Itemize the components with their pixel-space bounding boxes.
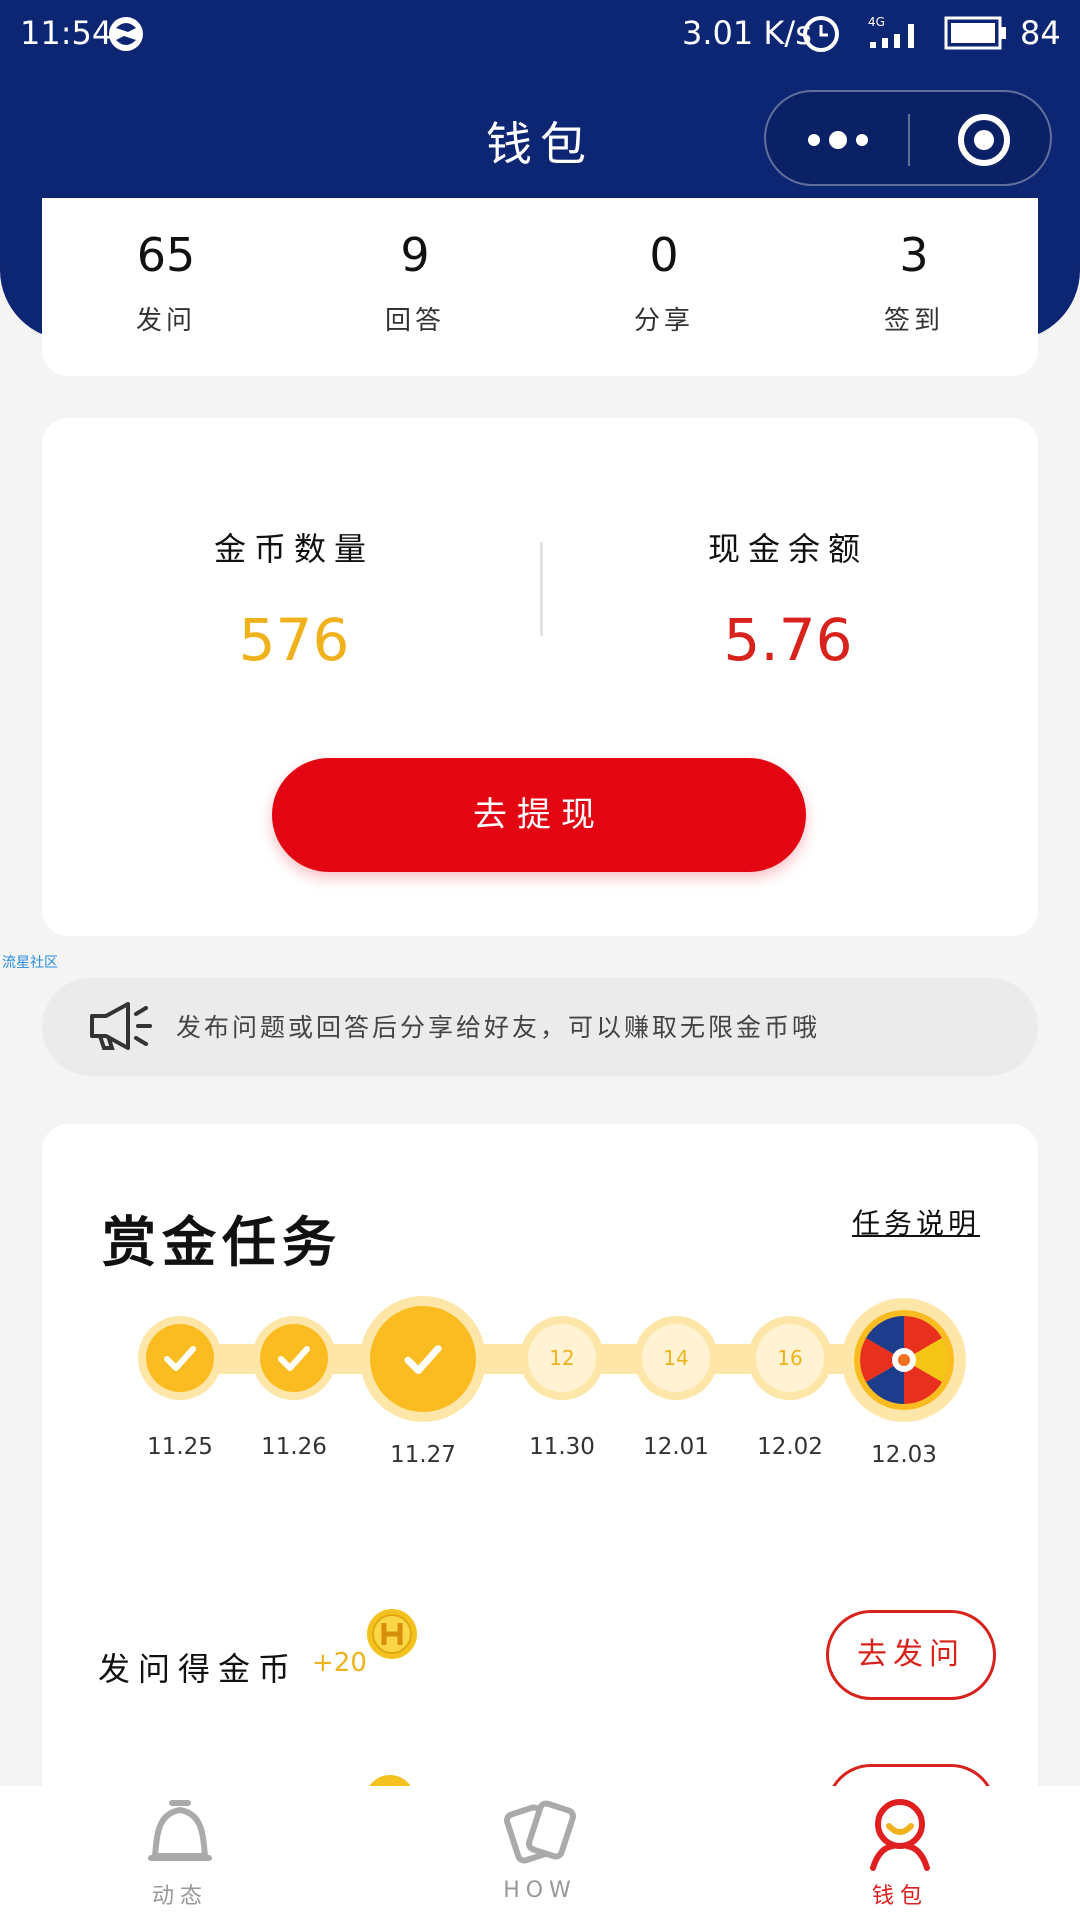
day-date: 12.01	[643, 1434, 709, 1460]
network-speed: 3.01 K/s	[682, 14, 812, 52]
bell-icon	[148, 1800, 212, 1861]
task-row-label: 发问得金币	[98, 1650, 299, 1688]
checkin-day[interactable]: 11.25	[138, 1316, 222, 1460]
stat-answer[interactable]: 9 回答	[315, 228, 515, 337]
checkin-day-wheel[interactable]: 12.03	[842, 1298, 966, 1468]
task-row-amount: +20	[312, 1648, 367, 1678]
prize-wheel-icon	[854, 1310, 954, 1410]
coins-block: 金币数量 576	[144, 524, 444, 674]
stat-ask[interactable]: 65 发问	[66, 228, 266, 337]
checkin-day[interactable]: 14 12.01	[634, 1316, 718, 1460]
tab-wallet[interactable]: 钱包	[800, 1796, 1000, 1910]
day-ring: 16	[748, 1316, 832, 1400]
cash-value: 5.76	[723, 606, 853, 674]
check-icon	[278, 1346, 310, 1371]
status-bar: 11:54 3.01 K/s 4G 84	[0, 0, 1080, 70]
wallet-person-icon	[870, 1799, 930, 1871]
day-ring: 14	[634, 1316, 718, 1400]
cash-block: 现金余额 5.76	[638, 524, 938, 674]
stat-label: 签到	[883, 306, 944, 336]
day-ring	[842, 1298, 966, 1422]
day-date: 11.27	[390, 1442, 456, 1468]
stat-value: 3	[899, 228, 929, 282]
check-icon	[404, 1345, 442, 1375]
stat-label: 分享	[633, 306, 694, 336]
notice-banner: 发布问题或回答后分享给好友，可以赚取无限金币哦	[42, 978, 1038, 1076]
stat-checkin[interactable]: 3 签到	[814, 228, 1014, 337]
day-date: 11.30	[529, 1434, 595, 1460]
day-circle	[260, 1324, 328, 1392]
more-dots-icon[interactable]	[804, 120, 872, 160]
task-title: 赏金任务	[102, 1211, 342, 1274]
day-ring	[360, 1296, 486, 1422]
svg-text:4G: 4G	[868, 15, 885, 29]
tab-how[interactable]: HOW	[440, 1796, 640, 1903]
target-icon[interactable]	[956, 112, 1012, 168]
checkin-day[interactable]: 11.26	[252, 1316, 336, 1460]
wallet-card: 金币数量 576 现金余额 5.76 去提现	[42, 418, 1038, 936]
coins-value: 576	[238, 606, 350, 674]
signal-icon: 4G	[868, 15, 914, 48]
notice-text: 发布问题或回答后分享给好友，可以赚取无限金币哦	[176, 1013, 821, 1042]
day-ring	[138, 1316, 222, 1400]
coin-icon	[367, 1609, 417, 1659]
tab-label: 钱包	[871, 1884, 928, 1909]
community-label[interactable]: 流星社区	[2, 952, 58, 972]
stat-value: 9	[400, 228, 430, 282]
checkin-day-today[interactable]: 11.27	[360, 1296, 486, 1468]
coins-label: 金币数量	[213, 530, 374, 568]
battery-level: 84	[1020, 14, 1061, 52]
tab-label: HOW	[503, 1878, 577, 1903]
day-reward: 12	[528, 1324, 596, 1392]
task-card: 赏金任务 任务说明 11.25 11.26 11.27 12 11.30 14 …	[42, 1124, 1038, 1854]
tab-dynamics[interactable]: 动态	[80, 1796, 280, 1910]
withdraw-button[interactable]: 去提现	[272, 758, 806, 872]
stat-label: 回答	[384, 306, 445, 336]
day-circle	[146, 1324, 214, 1392]
stat-share[interactable]: 0 分享	[564, 228, 764, 337]
day-reward: 14	[642, 1324, 710, 1392]
day-ring: 12	[520, 1316, 604, 1400]
app-notification-icon	[109, 17, 143, 51]
tab-bar: 动态 HOW 钱包	[0, 1786, 1080, 1920]
stats-card: 65 发问 9 回答 0 分享 3 签到	[42, 198, 1038, 376]
go-ask-button[interactable]: 去发问	[826, 1610, 996, 1700]
capsule-divider	[908, 114, 910, 166]
day-date: 12.03	[871, 1442, 937, 1468]
tab-label: 动态	[151, 1884, 208, 1909]
day-date: 11.26	[261, 1434, 327, 1460]
stat-label: 发问	[135, 306, 196, 336]
status-time: 11:54	[20, 14, 113, 52]
day-date: 11.25	[147, 1434, 213, 1460]
wallet-divider	[540, 542, 543, 636]
checkin-day[interactable]: 16 12.02	[748, 1316, 832, 1460]
day-ring	[252, 1316, 336, 1400]
stat-value: 0	[649, 228, 679, 282]
megaphone-icon	[90, 1002, 152, 1050]
cash-label: 现金余额	[707, 530, 868, 568]
cards-icon	[503, 1800, 577, 1864]
battery-icon	[944, 16, 1006, 50]
check-icon	[164, 1346, 196, 1371]
alarm-icon	[803, 16, 839, 52]
stat-value: 65	[136, 228, 196, 282]
day-circle	[370, 1306, 476, 1412]
task-explain-link[interactable]: 任务说明	[852, 1202, 980, 1242]
day-reward: 16	[756, 1324, 824, 1392]
day-date: 12.02	[757, 1434, 823, 1460]
checkin-day[interactable]: 12 11.30	[520, 1316, 604, 1460]
mini-program-capsule	[764, 90, 1052, 186]
